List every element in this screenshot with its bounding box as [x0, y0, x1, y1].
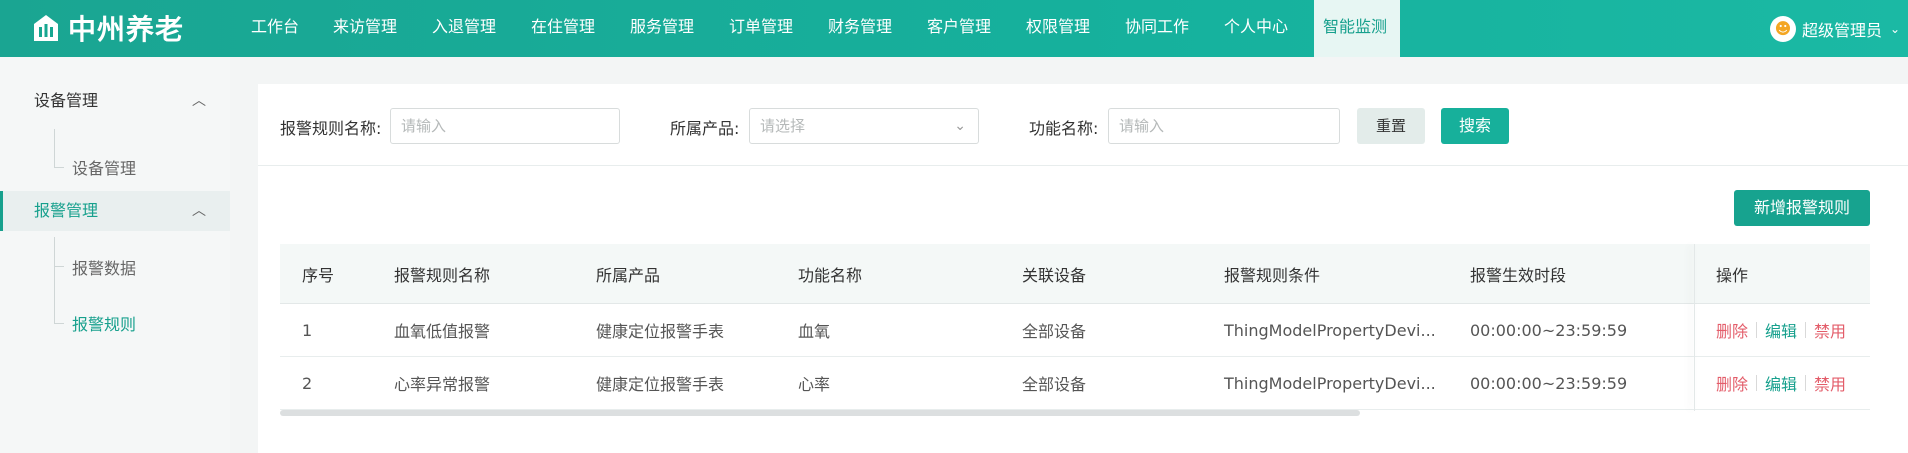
- header-product: 所属产品: [596, 265, 661, 285]
- function-label: 功能名称:: [1029, 119, 1099, 138]
- table-row: 1 血氧低值报警 健康定位报警手表 血氧 全部设备 ThingModelProp…: [280, 304, 1870, 357]
- table-row: 2 心率异常报警 健康定位报警手表 心率 全部设备 ThingModelProp…: [280, 357, 1870, 410]
- nav-permission[interactable]: 权限管理: [1026, 0, 1090, 57]
- cell-period: 00:00:00~23:59:59: [1470, 373, 1628, 393]
- search-form: 报警规则名称: 请输入 所属产品: 请选择 ⌄ 功能名称: 请输入 重置 搜索: [258, 84, 1908, 166]
- cell-product: 健康定位报警手表: [596, 322, 725, 341]
- cell-function: 血氧: [798, 322, 831, 341]
- sidebar-item-alarm-rule[interactable]: 报警规则: [72, 311, 136, 335]
- delete-link[interactable]: 删除: [1716, 318, 1748, 342]
- tree-branch: [54, 323, 64, 324]
- divider: [1756, 322, 1758, 338]
- nav-collaboration[interactable]: 协同工作: [1125, 0, 1189, 57]
- edit-link[interactable]: 编辑: [1765, 371, 1797, 395]
- chevron-down-icon: ⌄: [1890, 21, 1901, 36]
- edit-link[interactable]: 编辑: [1765, 318, 1797, 342]
- header-ops: 操作: [1716, 265, 1749, 285]
- nav-checkin[interactable]: 入退管理: [432, 0, 496, 57]
- cell-rule-name: 血氧低值报警: [394, 322, 491, 341]
- divider: [1756, 375, 1758, 391]
- header-device: 关联设备: [1022, 265, 1087, 285]
- nav-personal[interactable]: 个人中心: [1224, 0, 1288, 57]
- sidebar-group-label: 设备管理: [34, 91, 99, 110]
- logo-icon: [34, 15, 58, 41]
- divider: [1805, 322, 1807, 338]
- sidebar-group-label: 报警管理: [34, 201, 99, 220]
- row-actions: 删除 编辑 禁用: [1716, 357, 1846, 409]
- horizontal-scrollbar[interactable]: [280, 410, 1360, 416]
- header-no: 序号: [302, 265, 335, 285]
- cell-no: 1: [302, 320, 313, 340]
- nav-visit[interactable]: 来访管理: [333, 0, 397, 57]
- function-input[interactable]: 请输入: [1108, 108, 1340, 144]
- tree-line: [54, 237, 55, 323]
- nav-resident[interactable]: 在住管理: [531, 0, 595, 57]
- header-function: 功能名称: [798, 265, 863, 285]
- avatar: ☻: [1770, 15, 1796, 42]
- product-label: 所属产品:: [670, 119, 740, 138]
- chevron-up-icon: ︿: [192, 203, 206, 219]
- sidebar-item-device-manage[interactable]: 设备管理: [72, 155, 136, 179]
- cell-device: 全部设备: [1022, 322, 1087, 341]
- product-select[interactable]: 请选择 ⌄: [749, 108, 979, 144]
- chevron-down-icon: ⌄: [954, 118, 966, 134]
- sidebar-group-device[interactable]: 设备管理 ︿: [0, 81, 230, 121]
- nav-service[interactable]: 服务管理: [630, 0, 694, 57]
- sidebar-item-alarm-data[interactable]: 报警数据: [72, 255, 136, 279]
- app-logo[interactable]: 中州养老: [30, 10, 184, 46]
- tree-line: [54, 129, 55, 167]
- chevron-up-icon: ︿: [192, 93, 206, 109]
- nav-finance[interactable]: 财务管理: [828, 0, 892, 57]
- cell-condition: ThingModelPropertyDevi...: [1224, 373, 1436, 393]
- add-alarm-rule-button[interactable]: 新增报警规则: [1734, 190, 1870, 226]
- cell-no: 2: [302, 373, 313, 393]
- header-rule-name: 报警规则名称: [394, 265, 491, 285]
- sidebar: 设备管理 ︿ 设备管理 报警管理 ︿ 报警数据 报警规则: [0, 57, 230, 453]
- row-actions: 删除 编辑 禁用: [1716, 304, 1846, 356]
- table-header: 序号 报警规则名称 所属产品 功能名称 关联设备 报警规则条件 报警生效时段 操…: [280, 244, 1870, 304]
- header-condition: 报警规则条件: [1224, 265, 1321, 285]
- product-select-placeholder: 请选择: [760, 117, 806, 135]
- cell-condition: ThingModelPropertyDevi...: [1224, 320, 1436, 340]
- disable-link[interactable]: 禁用: [1814, 371, 1846, 395]
- nav-customer[interactable]: 客户管理: [927, 0, 991, 57]
- header-period: 报警生效时段: [1470, 265, 1567, 285]
- rule-name-label: 报警规则名称:: [280, 119, 382, 138]
- main-panel: 报警规则名称: 请输入 所属产品: 请选择 ⌄ 功能名称: 请输入 重置 搜索 …: [258, 84, 1908, 453]
- delete-link[interactable]: 删除: [1716, 371, 1748, 395]
- divider: [1805, 375, 1807, 391]
- logo-text: 中州养老: [68, 13, 185, 46]
- reset-button[interactable]: 重置: [1357, 108, 1425, 144]
- user-menu[interactable]: ☻ 超级管理员 ⌄: [1770, 0, 1908, 57]
- nav-workbench[interactable]: 工作台: [251, 0, 299, 57]
- cell-function: 心率: [798, 375, 831, 394]
- cell-rule-name: 心率异常报警: [394, 375, 491, 394]
- disable-link[interactable]: 禁用: [1814, 318, 1846, 342]
- cell-period: 00:00:00~23:59:59: [1470, 320, 1628, 340]
- tree-branch: [54, 266, 64, 267]
- top-navbar: 中州养老 工作台 来访管理 入退管理 在住管理 服务管理 订单管理 财务管理 客…: [0, 0, 1908, 57]
- nav-smart-monitor[interactable]: 智能监测: [1314, 0, 1400, 57]
- cell-product: 健康定位报警手表: [596, 375, 725, 394]
- rule-name-input[interactable]: 请输入: [390, 108, 620, 144]
- sidebar-group-alarm[interactable]: 报警管理 ︿: [0, 191, 230, 231]
- search-button[interactable]: 搜索: [1441, 108, 1509, 144]
- user-name: 超级管理员: [1802, 20, 1883, 40]
- cell-device: 全部设备: [1022, 375, 1087, 394]
- fixed-column-divider: [1694, 244, 1695, 411]
- nav-order[interactable]: 订单管理: [729, 0, 793, 57]
- tree-branch: [54, 167, 64, 168]
